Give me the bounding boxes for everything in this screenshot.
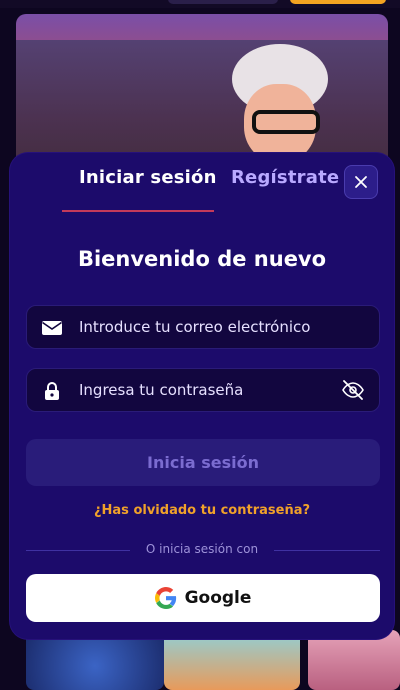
google-icon bbox=[154, 587, 176, 609]
login-submit-button[interactable]: Inicia sesión bbox=[26, 439, 380, 486]
divider-text: O inicia sesión con bbox=[145, 542, 259, 556]
game-thumbnail bbox=[164, 630, 300, 690]
divider-line-left bbox=[26, 550, 130, 551]
game-thumbnails-row bbox=[16, 630, 400, 690]
banner-character-glasses bbox=[252, 110, 320, 134]
tab-register[interactable]: Regístrate bbox=[231, 167, 339, 188]
tab-login[interactable]: Iniciar sesión bbox=[79, 167, 217, 188]
google-button-label: Google bbox=[184, 588, 252, 608]
forgot-password-link[interactable]: ¿Has olvidado tu contraseña? bbox=[10, 503, 394, 518]
close-icon bbox=[355, 176, 367, 188]
background-header-button bbox=[168, 0, 278, 4]
password-field[interactable]: Ingresa tu contraseña bbox=[26, 368, 380, 412]
google-login-button[interactable]: Google bbox=[26, 574, 380, 622]
banner-car-shape bbox=[16, 40, 388, 170]
game-thumbnail bbox=[26, 630, 164, 690]
eye-off-icon[interactable] bbox=[341, 379, 365, 401]
login-modal: Iniciar sesión Regístrate Bienvenido de … bbox=[10, 153, 394, 639]
password-placeholder: Ingresa tu contraseña bbox=[79, 381, 244, 399]
email-field[interactable]: Introduce tu correo electrónico bbox=[26, 305, 380, 349]
modal-title: Bienvenido de nuevo bbox=[77, 247, 327, 271]
lock-icon bbox=[45, 382, 59, 400]
game-thumbnail bbox=[308, 630, 400, 690]
close-button[interactable] bbox=[344, 165, 378, 199]
email-placeholder: Introduce tu correo electrónico bbox=[79, 318, 311, 336]
auth-tabs: Iniciar sesión Regístrate bbox=[10, 153, 394, 213]
active-tab-indicator bbox=[62, 210, 214, 212]
divider-line-right bbox=[274, 550, 380, 551]
background-header-cta bbox=[290, 0, 386, 4]
mail-icon bbox=[42, 321, 62, 335]
